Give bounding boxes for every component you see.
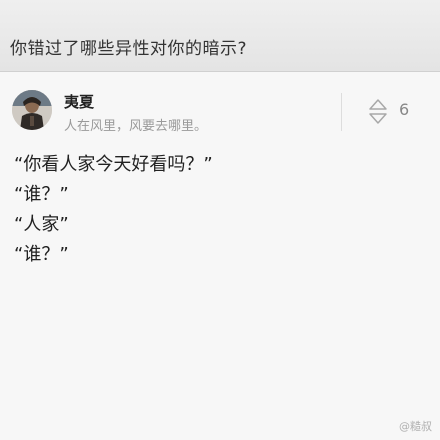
answer-line: “你看人家今天好看吗？”: [14, 154, 213, 175]
answer-page: 你错过了哪些异性对你的暗示? 夷夏 人在风里，风要去哪里。 6 “你看人家今天好…: [0, 0, 440, 440]
answer-body: “你看人家今天好看吗？” “谁？” “人家” “谁？”: [14, 150, 424, 270]
author-name[interactable]: 夷夏: [64, 91, 94, 112]
answer-line: “谁？”: [14, 184, 69, 205]
question-title[interactable]: 你错过了哪些异性对你的暗示?: [10, 34, 247, 59]
author-bar: 夷夏 人在风里，风要去哪里。 6: [0, 73, 440, 143]
author-bio: 人在风里，风要去哪里。: [64, 119, 208, 134]
answer-line: “人家”: [14, 214, 69, 235]
vote-count: 6: [399, 100, 410, 119]
updown-arrow-icon: [369, 99, 387, 124]
avatar-image: [12, 90, 52, 130]
avatar[interactable]: [12, 90, 52, 130]
watermark: @糙叔: [399, 420, 432, 433]
answer-line: “谁？”: [14, 244, 69, 265]
vote-button[interactable]: 6: [366, 93, 428, 131]
question-header[interactable]: 你错过了哪些异性对你的暗示?: [0, 0, 440, 72]
vote-divider: [341, 93, 342, 131]
